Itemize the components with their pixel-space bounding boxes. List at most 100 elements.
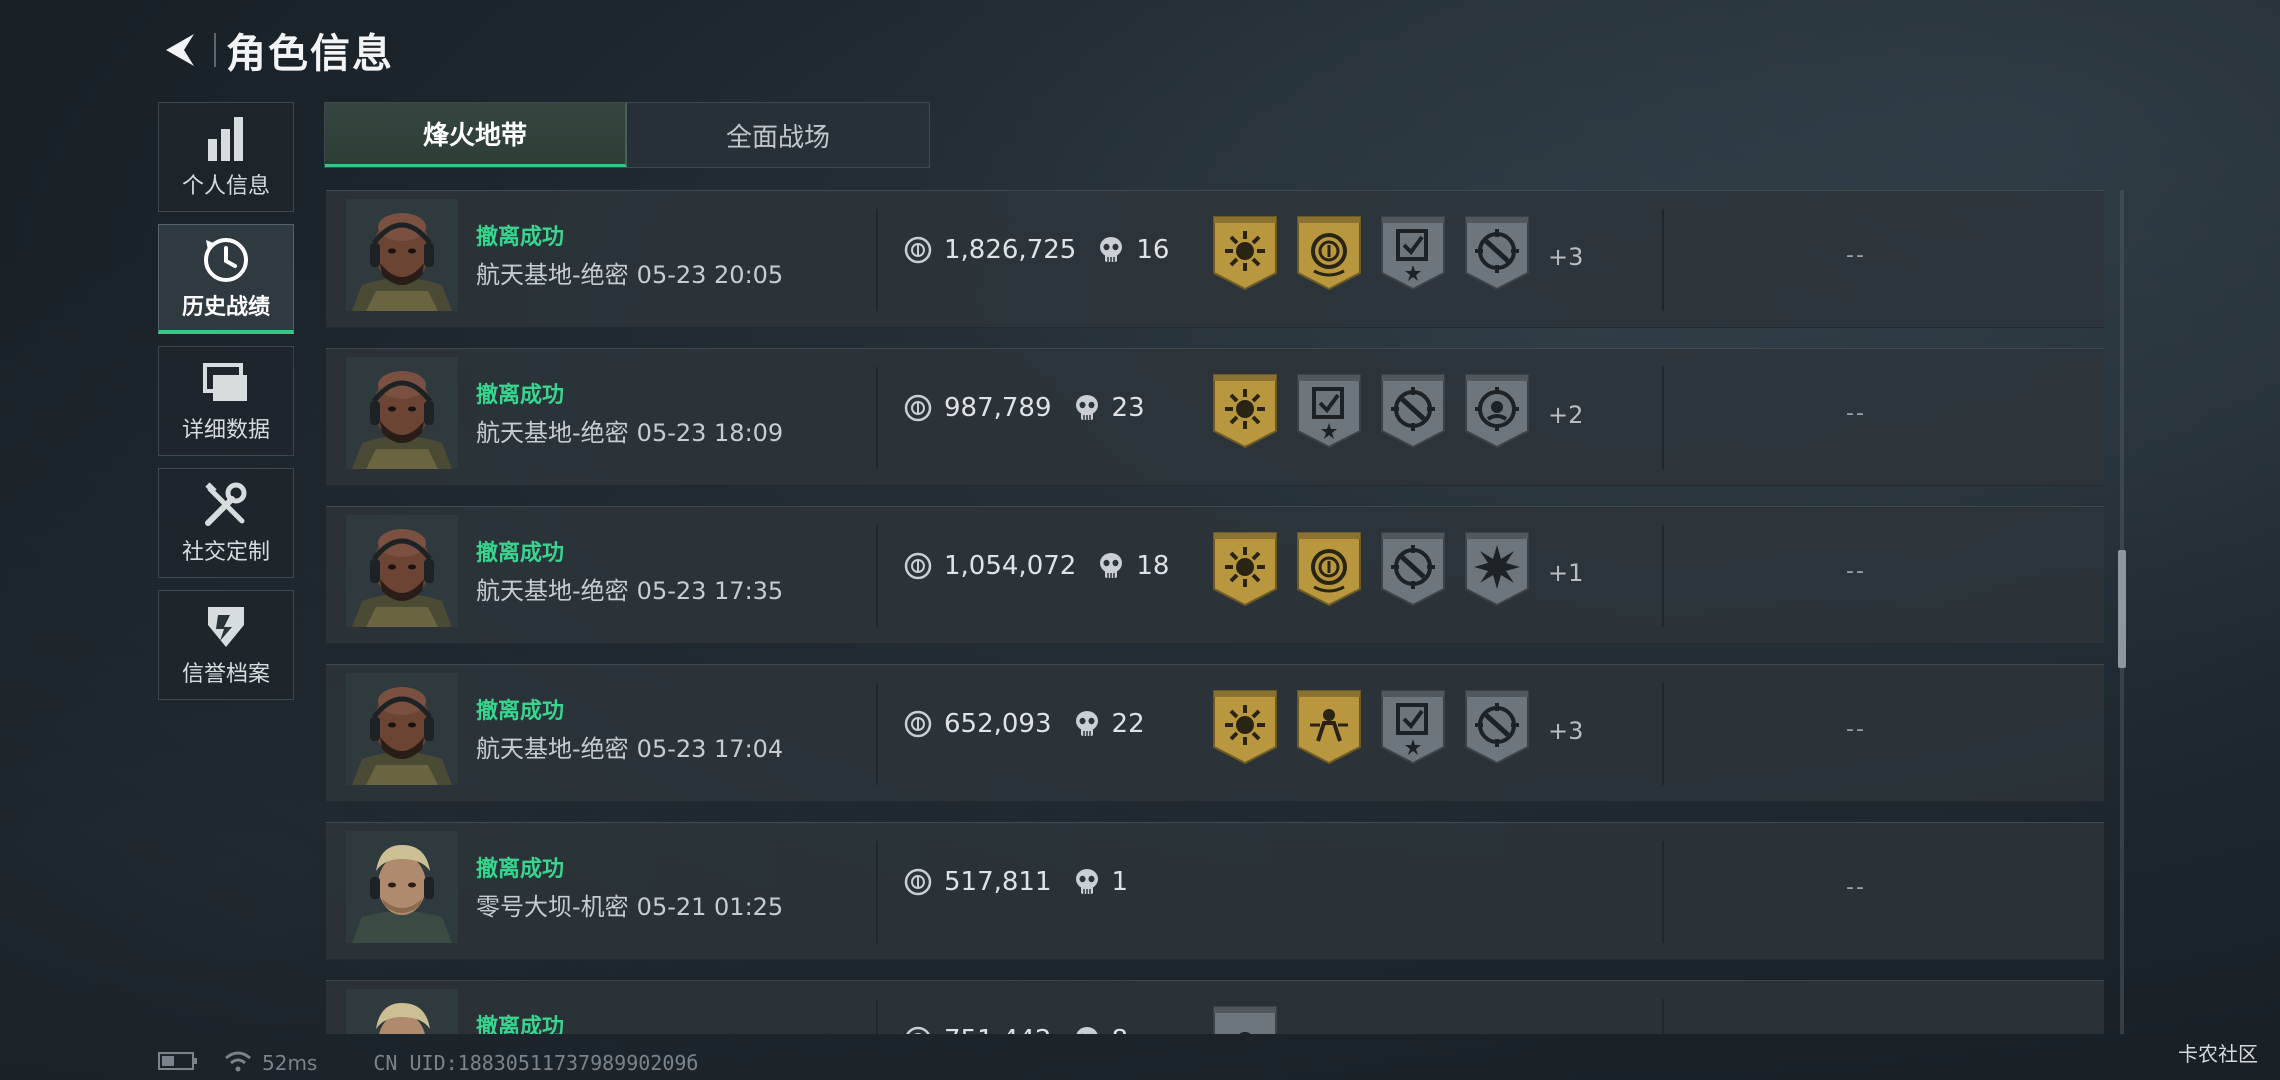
coin-icon [904, 868, 932, 896]
tools-icon [202, 480, 250, 530]
gray-crosshair-badge-icon[interactable] [1380, 531, 1446, 607]
extraction-status: 撤离成功 [476, 225, 565, 250]
watermark-text: 卡农社区 [2178, 1042, 2258, 1066]
map-and-time: 航天基地-绝密 05-23 17:04 [476, 729, 783, 764]
mode-tabs: 烽火地带 全面战场 [324, 102, 930, 168]
gold-sun-badge-icon[interactable] [1212, 689, 1278, 765]
match-record-row[interactable]: 撤离成功 航天基地-绝密 05-23 17:04 652,093 22 +3 -- [326, 664, 2104, 802]
badge-list: +1 [1212, 531, 1583, 607]
column-divider [876, 683, 878, 785]
kill-count: 18 [1136, 551, 1170, 581]
match-record-row[interactable]: 撤离成功 零号大坝-机密 05-21 01:25 517,811 1 -- [326, 822, 2104, 960]
badge-list: +2 [1212, 373, 1583, 449]
kill-count-group: 22 [1074, 709, 1145, 739]
loot-value: 652,093 [944, 709, 1052, 739]
gray-crosshair-badge-icon[interactable] [1464, 689, 1530, 765]
coin-icon [904, 394, 932, 422]
kill-count: 23 [1111, 393, 1145, 423]
match-time: 05-23 18:09 [636, 419, 784, 447]
match-record-row[interactable]: 撤离成功 航天基地-绝密 05-23 18:09 987,789 23 +2 -- [326, 348, 2104, 486]
coin-icon [904, 552, 932, 580]
column-divider [876, 999, 878, 1034]
match-time: 05-23 20:05 [636, 261, 784, 289]
gray-check-badge-icon[interactable] [1380, 215, 1446, 291]
scrollbar-thumb[interactable] [2118, 550, 2126, 668]
match-time: 05-23 17:04 [636, 735, 784, 763]
loot-value: 987,789 [944, 393, 1052, 423]
loot-value-group: 1,054,072 18 [904, 551, 1169, 581]
badge-list: +3 [1212, 689, 1583, 765]
map-name: 航天基地-绝密 [476, 261, 629, 289]
badge-list [1212, 1005, 1296, 1034]
column-divider [1662, 367, 1664, 469]
back-arrow-icon[interactable] [158, 28, 202, 72]
header-divider [214, 33, 216, 67]
map-and-time: 零号大坝-机密 05-21 01:25 [476, 887, 783, 922]
more-badges-count[interactable]: +1 [1548, 559, 1583, 587]
coin-icon [904, 236, 932, 264]
match-record-row[interactable]: 撤离成功 航天基地-绝密 05-23 20:05 1,826,725 16 +3 -- [326, 190, 2104, 328]
skull-icon [1098, 552, 1124, 580]
loot-value-group: 652,093 22 [904, 709, 1145, 739]
column-divider [876, 367, 878, 469]
loot-value: 1,054,072 [944, 551, 1077, 581]
map-name: 零号大坝-机密 [476, 893, 629, 921]
gold-sun-badge-icon[interactable] [1212, 373, 1278, 449]
operator-avatar [346, 515, 458, 627]
nav-item-credit[interactable]: 信誉档案 [158, 590, 294, 700]
skull-icon [1074, 1026, 1100, 1034]
gray-burst-badge-icon[interactable] [1464, 531, 1530, 607]
kill-count-group: 1 [1074, 867, 1129, 897]
nav-item-detailed-data[interactable]: 详细数据 [158, 346, 294, 456]
gold-coin-badge-icon[interactable] [1296, 531, 1362, 607]
extraction-status: 撤离成功 [476, 383, 565, 408]
more-badges-count[interactable]: +3 [1548, 243, 1583, 271]
gold-person-badge-icon[interactable] [1296, 689, 1362, 765]
shield-badge-icon [204, 602, 248, 652]
gold-coin-badge-icon[interactable] [1296, 215, 1362, 291]
match-time: 05-21 01:25 [636, 893, 784, 921]
gray-check-badge-icon[interactable] [1380, 689, 1446, 765]
kill-count-group: 18 [1098, 551, 1169, 581]
tab-full-battlefield[interactable]: 全面战场 [627, 103, 929, 167]
nav-item-personal-info[interactable]: 个人信息 [158, 102, 294, 212]
coin-icon [904, 1026, 932, 1034]
skull-icon [1074, 394, 1100, 422]
extra-stat-placeholder: -- [1846, 243, 1866, 268]
skull-icon [1074, 710, 1100, 738]
latency-readout: 52ms [262, 1051, 318, 1075]
column-divider [876, 841, 878, 943]
kill-count-group: 8 [1074, 1025, 1128, 1034]
operator-avatar [346, 989, 458, 1034]
more-badges-count[interactable]: +2 [1548, 401, 1583, 429]
kill-count: 1 [1111, 867, 1129, 897]
column-divider [876, 525, 878, 627]
gray-crosshair-badge-icon[interactable] [1380, 373, 1446, 449]
match-history-list[interactable]: 撤离成功 航天基地-绝密 05-23 20:05 1,826,725 16 +3 -- 撤离成… [326, 190, 2104, 1034]
gold-sun-badge-icon[interactable] [1212, 531, 1278, 607]
bar-chart-icon [204, 114, 248, 164]
nav-label: 社交定制 [181, 540, 270, 565]
operator-avatar [346, 831, 458, 943]
map-name: 航天基地-绝密 [476, 419, 629, 447]
map-and-time: 航天基地-绝密 05-23 20:05 [476, 255, 783, 290]
match-record-row[interactable]: 撤离成功 751,442 8 [326, 980, 2104, 1034]
kill-count: 16 [1136, 235, 1170, 265]
extraction-status: 撤离成功 [476, 1015, 565, 1034]
gray-check-badge-icon[interactable] [1296, 373, 1362, 449]
loot-value-group: 751,442 8 [904, 1025, 1128, 1034]
nav-item-social[interactable]: 社交定制 [158, 468, 294, 578]
extraction-status: 撤离成功 [476, 541, 565, 566]
column-divider [1662, 683, 1664, 785]
more-badges-count[interactable]: +3 [1548, 717, 1583, 745]
gray-target-badge-icon[interactable] [1464, 373, 1530, 449]
nav-item-history[interactable]: 历史战绩 [158, 224, 294, 334]
column-divider [1662, 525, 1664, 627]
match-record-row[interactable]: 撤离成功 航天基地-绝密 05-23 17:35 1,054,072 18 +1 -- [326, 506, 2104, 644]
gold-sun-badge-icon[interactable] [1212, 215, 1278, 291]
gray-sun-badge-icon[interactable] [1212, 1005, 1278, 1034]
coin-icon [904, 710, 932, 738]
gray-crosshair-badge-icon[interactable] [1464, 215, 1530, 291]
operator-avatar [346, 199, 458, 311]
tab-warzone[interactable]: 烽火地带 [325, 103, 627, 167]
